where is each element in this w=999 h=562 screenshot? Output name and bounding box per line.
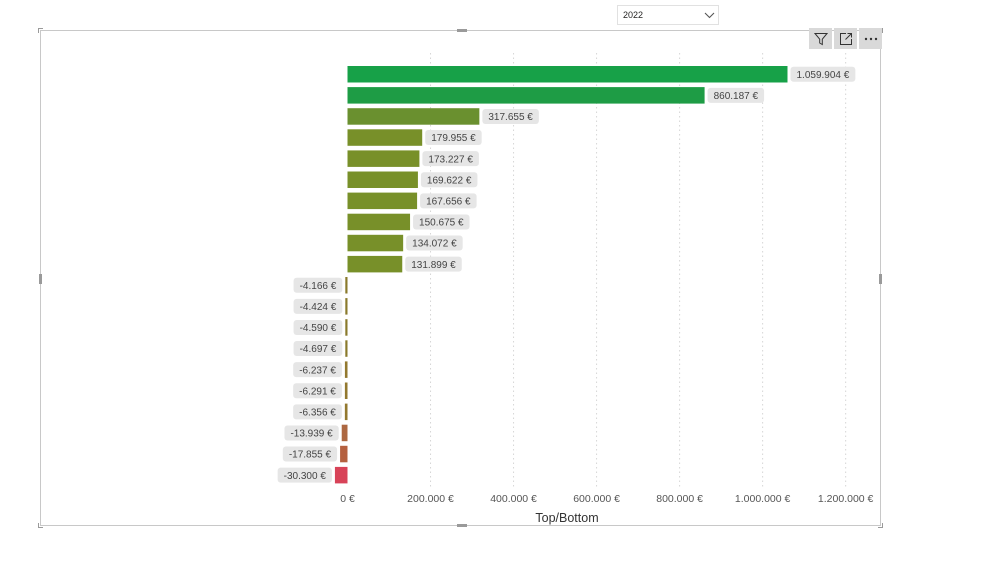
bar[interactable]: [345, 340, 348, 357]
data-label-text: 1.059.904 €: [797, 70, 850, 81]
bar[interactable]: [344, 403, 348, 421]
data-label: 173.227 €: [422, 151, 479, 167]
bar[interactable]: [347, 108, 480, 125]
data-label: 179.955 €: [425, 130, 482, 146]
data-label-text: -4.166 €: [300, 281, 337, 292]
chevron-down-icon: [700, 6, 718, 24]
data-label-text: 150.675 €: [419, 218, 464, 229]
bar[interactable]: [347, 255, 403, 273]
data-label: 131.899 €: [405, 256, 462, 272]
bar[interactable]: [347, 213, 411, 231]
x-tick-label: 1.000.000 €: [735, 493, 791, 505]
data-label: -4.424 €: [293, 298, 343, 314]
year-slicer-value: 2022: [623, 10, 644, 20]
data-label: -4.166 €: [293, 277, 343, 293]
data-label-text: -17.855 €: [289, 450, 332, 461]
bar-chart-visual[interactable]: 1.059.904 € 860.187 € 317.655 € 179.955 € 17…: [38, 28, 883, 528]
data-label: 860.187 €: [707, 87, 765, 103]
data-label-text: 169.622 €: [427, 175, 472, 186]
x-tick-label: 800.000 €: [656, 493, 703, 505]
data-label-text: 131.899 €: [411, 260, 456, 271]
bar[interactable]: [341, 424, 348, 442]
bar[interactable]: [347, 66, 788, 83]
x-tick-label: 600.000 €: [573, 493, 620, 505]
data-label: 1.059.904 €: [790, 66, 856, 82]
data-label-text: -30.300 €: [284, 471, 327, 482]
year-slicer-dropdown[interactable]: 2022: [617, 5, 719, 25]
bar[interactable]: [340, 445, 348, 463]
bar[interactable]: [347, 192, 418, 210]
data-label-text: 860.187 €: [714, 91, 759, 102]
data-label-text: -6.356 €: [299, 407, 336, 418]
chart-canvas: 1.059.904 € 860.187 € 317.655 € 179.955 € 17…: [277, 53, 874, 525]
x-tick-label: 400.000 €: [490, 493, 537, 505]
data-label-text: 317.655 €: [488, 112, 533, 123]
bar[interactable]: [347, 87, 705, 104]
data-label-text: 179.955 €: [431, 133, 476, 144]
data-label: 317.655 €: [482, 108, 539, 124]
x-axis-title: Top/Bottom: [535, 511, 598, 525]
bar[interactable]: [345, 298, 348, 315]
x-tick-label: 200.000 €: [407, 493, 454, 505]
bar[interactable]: [344, 382, 348, 400]
data-label-text: -4.590 €: [300, 323, 337, 334]
bar[interactable]: [344, 361, 348, 378]
data-label: -4.590 €: [293, 319, 343, 335]
data-label: -30.300 €: [277, 467, 332, 483]
x-tick-label: 1.200.000 €: [818, 493, 874, 505]
bar[interactable]: [345, 319, 348, 336]
data-label-text: -6.291 €: [299, 386, 336, 397]
data-label: -17.855 €: [282, 446, 338, 462]
data-label-text: -13.939 €: [290, 429, 333, 440]
data-label: 134.072 €: [406, 235, 463, 251]
bar[interactable]: [334, 466, 348, 484]
data-label-text: 173.227 €: [428, 154, 473, 165]
data-label-text: 167.656 €: [426, 196, 471, 207]
data-label: 169.622 €: [420, 172, 478, 188]
data-label: -6.356 €: [293, 404, 342, 420]
bar[interactable]: [347, 171, 418, 189]
data-label-text: -4.697 €: [300, 344, 337, 355]
data-label-text: 134.072 €: [412, 239, 457, 250]
data-labels: 1.059.904 € 860.187 € 317.655 € 179.955 € 17…: [277, 66, 856, 483]
x-axis-ticks: 0 € 200.000 € 400.000 € 600.000 € 800.000 € 1…: [340, 493, 873, 505]
data-label: -13.939 €: [284, 425, 339, 441]
data-label: -6.291 €: [293, 383, 342, 399]
data-label: 150.675 €: [413, 214, 470, 230]
bar[interactable]: [345, 277, 348, 294]
data-label-text: -4.424 €: [300, 302, 337, 313]
bar[interactable]: [347, 150, 420, 167]
data-label: 167.656 €: [420, 193, 477, 209]
bars: [334, 66, 788, 484]
data-label: -6.237 €: [293, 362, 342, 378]
bar[interactable]: [347, 129, 423, 146]
x-tick-label: 0 €: [340, 493, 355, 505]
data-label: -4.697 €: [293, 341, 343, 357]
data-label-text: -6.237 €: [299, 365, 336, 376]
bar[interactable]: [347, 234, 404, 252]
